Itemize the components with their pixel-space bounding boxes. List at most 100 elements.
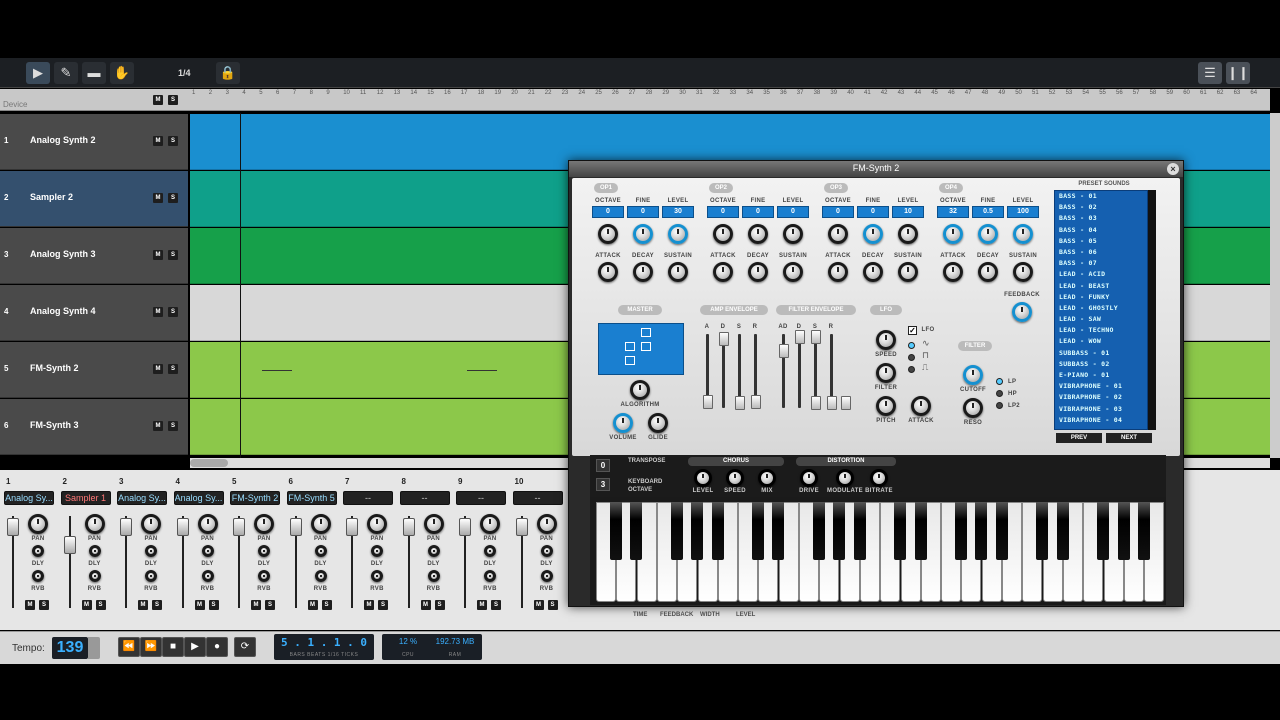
black-key[interactable] xyxy=(833,502,846,560)
reso-knob[interactable] xyxy=(963,398,983,418)
op-level-value[interactable]: 30 xyxy=(662,206,694,218)
op-attack-knob[interactable] xyxy=(713,262,733,282)
filter-env-s-fader[interactable] xyxy=(811,396,821,410)
channel-mute-button[interactable]: M xyxy=(251,600,261,610)
grid-value[interactable]: 1/4 xyxy=(178,68,191,78)
scroll-thumb[interactable] xyxy=(190,459,228,467)
track-header[interactable]: 4 Analog Synth 4 MS xyxy=(0,285,188,341)
lfo-pitch-knob[interactable] xyxy=(876,396,896,416)
delay-knob[interactable] xyxy=(88,570,101,582)
op-decay-knob[interactable] xyxy=(863,262,883,282)
black-key[interactable] xyxy=(610,502,622,560)
preset-scrollbar[interactable] xyxy=(1148,190,1156,430)
channel-name[interactable]: -- xyxy=(456,491,506,505)
channel-fader[interactable] xyxy=(176,518,189,536)
channel-volume-knob[interactable] xyxy=(423,514,444,534)
delay-knob[interactable] xyxy=(258,570,270,582)
track-header[interactable]: 5 FM-Synth 2 MS xyxy=(0,342,188,398)
channel-name[interactable]: FM-Synth 2 xyxy=(230,491,280,505)
rewind-icon[interactable]: ⏪ xyxy=(118,637,140,657)
op-level-value[interactable]: 0 xyxy=(777,206,809,218)
preset-item[interactable]: BASS - 06 xyxy=(1055,247,1147,258)
op-octave-knob[interactable] xyxy=(713,224,733,244)
transpose-value[interactable]: 0 xyxy=(596,459,610,472)
op-octave-value[interactable]: 0 xyxy=(822,206,854,218)
preset-item[interactable]: VIBRAPHONE - 03 xyxy=(1055,404,1147,415)
channel-solo-button[interactable]: S xyxy=(265,600,275,610)
op-level-value[interactable]: 10 xyxy=(892,206,924,218)
fast-forward-icon[interactable]: ⏩ xyxy=(140,637,162,657)
op-level-knob[interactable] xyxy=(898,224,918,244)
black-key[interactable] xyxy=(630,502,643,560)
op-octave-value[interactable]: 0 xyxy=(707,206,739,218)
preset-item[interactable]: VIBRAPHONE - 01 xyxy=(1055,381,1147,392)
black-key[interactable] xyxy=(752,502,765,560)
play-icon[interactable]: ▶ xyxy=(184,637,206,657)
filter-env-d-fader[interactable] xyxy=(795,330,805,344)
black-key[interactable] xyxy=(1056,502,1069,560)
filter-env-extra-fader[interactable] xyxy=(841,396,851,410)
black-key[interactable] xyxy=(772,502,785,560)
preset-item[interactable]: LEAD - TECHNO xyxy=(1055,325,1147,336)
black-key[interactable] xyxy=(711,502,724,560)
preset-item[interactable]: SUBBASS - 01 xyxy=(1055,348,1147,359)
pointer-tool-icon[interactable]: ▶ xyxy=(26,62,50,84)
channel-volume-knob[interactable] xyxy=(141,514,161,534)
black-key[interactable] xyxy=(975,502,988,560)
op-fine-value[interactable]: 0 xyxy=(742,206,774,218)
mixer-view-icon[interactable]: ❙❙ xyxy=(1226,62,1250,84)
delay-knob[interactable] xyxy=(484,570,496,582)
amp-d-fader[interactable] xyxy=(719,332,729,346)
preset-prev-button[interactable]: PREV xyxy=(1056,433,1102,443)
channel-mute-button[interactable]: M xyxy=(138,600,148,610)
op-octave-knob[interactable] xyxy=(598,224,618,244)
delay-knob[interactable] xyxy=(145,570,157,582)
amp-a-fader[interactable] xyxy=(703,395,713,409)
track-header[interactable]: 1 Analog Synth 2 MS xyxy=(0,114,188,170)
black-key[interactable] xyxy=(1036,502,1049,560)
channel-solo-button[interactable]: S xyxy=(152,600,162,610)
track-mute-button[interactable]: M xyxy=(153,364,163,374)
channel-name[interactable]: Analog Sy... xyxy=(117,491,167,505)
track-mute-button[interactable]: M xyxy=(153,250,163,260)
chorus-speed-knob[interactable] xyxy=(726,469,744,487)
track-solo-button[interactable]: S xyxy=(168,307,178,317)
lfo-wave-led[interactable] xyxy=(908,366,915,373)
preset-next-button[interactable]: NEXT xyxy=(1106,433,1152,443)
chorus-level-knob[interactable] xyxy=(694,469,712,487)
channel-volume-knob[interactable] xyxy=(367,514,387,534)
delay-knob[interactable] xyxy=(427,570,440,582)
lfo-attack-knob[interactable] xyxy=(911,396,931,416)
channel-mute-button[interactable]: M xyxy=(25,600,35,610)
black-key[interactable] xyxy=(955,502,968,560)
channel-mute-button[interactable]: M xyxy=(194,600,205,610)
track-solo-button[interactable]: S xyxy=(168,136,178,146)
vertical-scrollbar[interactable] xyxy=(1270,113,1280,458)
channel-name[interactable]: -- xyxy=(512,491,563,505)
track-mute-button[interactable]: M xyxy=(153,307,163,317)
channel-solo-button[interactable]: S xyxy=(378,600,388,610)
preset-item[interactable]: LEAD - FUNKY xyxy=(1055,292,1147,303)
op-fine-knob[interactable] xyxy=(978,224,998,244)
op-fine-knob[interactable] xyxy=(863,224,883,244)
channel-volume-knob[interactable] xyxy=(28,514,48,534)
channel-mute-button[interactable]: M xyxy=(477,600,487,610)
channel-solo-button[interactable]: S xyxy=(547,600,558,610)
preset-item[interactable]: LEAD - SAW xyxy=(1055,314,1147,325)
black-key[interactable] xyxy=(894,502,907,560)
glide-knob[interactable] xyxy=(648,413,668,433)
op-fine-value[interactable]: 0 xyxy=(857,206,889,218)
track-mute-button[interactable]: M xyxy=(153,136,163,146)
channel-volume-knob[interactable] xyxy=(84,514,105,534)
channel-solo-button[interactable]: S xyxy=(321,600,332,610)
op-sustain-knob[interactable] xyxy=(668,262,688,282)
preset-item[interactable]: LEAD - BEAST xyxy=(1055,281,1147,292)
pan-knob[interactable] xyxy=(371,545,383,557)
channel-mute-button[interactable]: M xyxy=(364,600,374,610)
chorus-mix-knob[interactable] xyxy=(758,469,776,487)
channel-volume-knob[interactable] xyxy=(536,514,557,534)
amp-s-fader[interactable] xyxy=(735,396,745,410)
channel-mute-button[interactable]: M xyxy=(533,600,544,610)
filter-lp2-led[interactable] xyxy=(996,402,1003,409)
op-fine-knob[interactable] xyxy=(748,224,768,244)
